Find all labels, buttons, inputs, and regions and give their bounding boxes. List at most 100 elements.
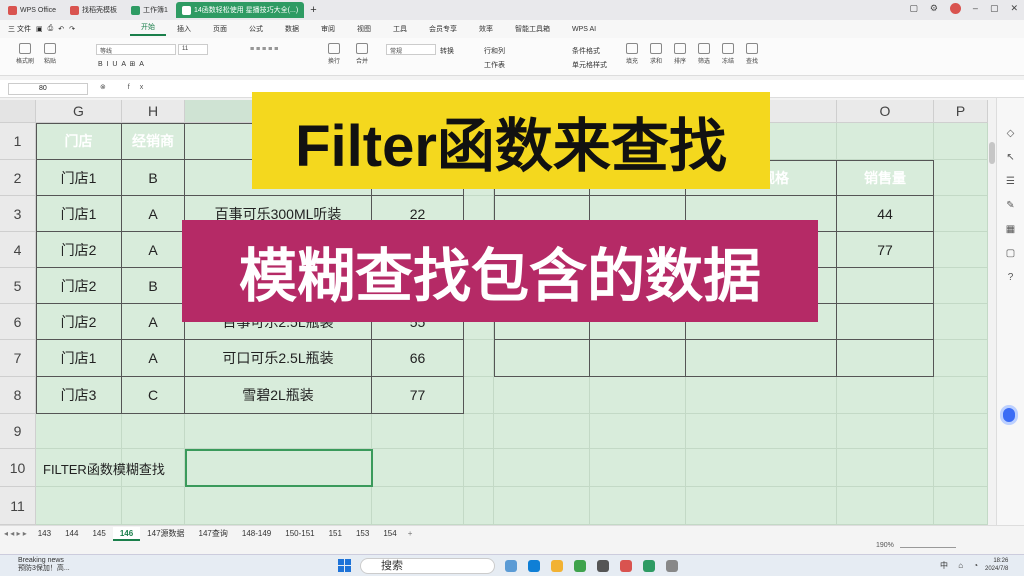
wps-ai-button[interactable]: WPS AI xyxy=(561,26,607,33)
scroll-thumb[interactable] xyxy=(989,142,995,164)
edge-icon[interactable] xyxy=(528,560,540,572)
table-cell[interactable] xyxy=(837,268,934,304)
news-widget[interactable]: Breaking news 预防3保加！高... xyxy=(18,557,70,573)
sheet-tab[interactable]: 150-151 xyxy=(278,527,321,541)
table-cell[interactable]: 44 xyxy=(837,196,934,232)
table-cell[interactable]: 门店1 xyxy=(36,160,122,196)
side-tools-icon[interactable]: ✎ xyxy=(1006,200,1014,211)
chrome-icon[interactable] xyxy=(574,560,586,572)
row-header-2[interactable]: 2 xyxy=(0,160,36,196)
sheet-nav-arrows[interactable]: ◂ ◂ ▸ ▸ xyxy=(0,529,31,538)
table-cell[interactable]: B xyxy=(122,160,185,196)
sheet-tab[interactable]: 151 xyxy=(322,527,349,541)
column-header-P[interactable]: P xyxy=(934,100,988,123)
side-sliders-icon[interactable]: ☰ xyxy=(1006,176,1015,187)
row-header-9[interactable]: 9 xyxy=(0,414,36,449)
table-cell[interactable]: 门店2 xyxy=(36,268,122,304)
table-cell[interactable] xyxy=(494,340,590,377)
task-view-icon[interactable] xyxy=(505,560,517,572)
row-header-1[interactable]: 1 xyxy=(0,123,36,160)
filter-label-cell[interactable]: FILTER函数模糊查找 xyxy=(40,450,185,486)
menu-page[interactable]: 页面 xyxy=(202,24,238,34)
paste-button[interactable]: 粘贴 xyxy=(44,43,56,65)
windows-start-icon[interactable] xyxy=(338,559,351,572)
menu-insert[interactable]: 插入 xyxy=(166,24,202,34)
side-grid-icon[interactable]: ▦ xyxy=(1006,224,1015,235)
row-header-4[interactable]: 4 xyxy=(0,232,36,268)
row-header-8[interactable]: 8 xyxy=(0,377,36,414)
add-sheet-button[interactable]: + xyxy=(404,529,417,538)
floating-assistant-button[interactable] xyxy=(1000,405,1018,425)
table-cell[interactable]: 77 xyxy=(372,377,464,414)
print-icon[interactable]: ⎙ xyxy=(48,25,54,33)
vertical-scrollbar[interactable] xyxy=(988,100,996,525)
menu-tools[interactable]: 工具 xyxy=(382,24,418,34)
table-cell[interactable]: A xyxy=(122,340,185,377)
sort-button[interactable]: 排序 xyxy=(674,43,686,65)
table-cell[interactable] xyxy=(837,304,934,340)
conditional-format-button[interactable]: 条件格式 xyxy=(572,46,600,56)
table-cell[interactable]: 雪碧2L瓶装 xyxy=(185,377,372,414)
font-name-select[interactable]: 等线 xyxy=(96,44,176,55)
sheet-tab[interactable]: 143 xyxy=(31,527,58,541)
undo-icon[interactable]: ↶ xyxy=(58,25,64,33)
row-header-7[interactable]: 7 xyxy=(0,340,36,377)
layout-icon[interactable]: ▢ xyxy=(909,3,918,14)
sheet-tab[interactable]: 148-149 xyxy=(235,527,278,541)
save-icon[interactable]: ▣ xyxy=(36,25,43,33)
table-cell[interactable]: C xyxy=(122,377,185,414)
column-header-G[interactable]: G xyxy=(36,100,122,123)
row-header-6[interactable]: 6 xyxy=(0,304,36,340)
sheet-tab[interactable]: 146 xyxy=(112,526,141,541)
side-box-icon[interactable]: ▢ xyxy=(1006,248,1015,259)
side-shape-icon[interactable]: ◇ xyxy=(1007,128,1015,139)
new-tab-button[interactable]: + xyxy=(310,4,316,16)
filter-button[interactable]: 筛选 xyxy=(698,43,710,65)
avatar[interactable] xyxy=(949,3,961,14)
column-header-O[interactable]: O xyxy=(837,100,934,123)
folder-icon[interactable] xyxy=(551,560,563,572)
table-cell[interactable] xyxy=(686,340,837,377)
convert-button[interactable]: 转换 xyxy=(440,46,454,56)
name-box[interactable]: 80 xyxy=(8,83,88,95)
table-cell[interactable]: 门店2 xyxy=(36,304,122,340)
taskbar-search[interactable]: 搜索 xyxy=(360,558,495,574)
sheet-tab[interactable]: 154 xyxy=(376,527,403,541)
clock[interactable]: 18:26 2024/7/8 xyxy=(985,557,1008,573)
maximize-button[interactable]: ▢ xyxy=(990,3,999,14)
active-cell[interactable] xyxy=(185,449,373,487)
find-button[interactable]: 查找 xyxy=(746,43,758,65)
table-cell[interactable]: A xyxy=(122,196,185,232)
freeze-button[interactable]: 冻结 xyxy=(722,43,734,65)
tab-active-document[interactable]: 14函数轻松使用 星播技巧大全(...) xyxy=(175,2,305,18)
zoom-level[interactable]: 190% xyxy=(876,542,894,549)
side-cursor-icon[interactable]: ↖ xyxy=(1006,152,1014,163)
table-cell[interactable]: 可口可乐2.5L瓶装 xyxy=(185,340,372,377)
table-cell[interactable]: 77 xyxy=(837,232,934,268)
text-format-buttons[interactable]: B I U A ⊞ A xyxy=(98,60,144,68)
close-button[interactable]: ✕ xyxy=(1010,3,1018,14)
table-cell[interactable]: 门店1 xyxy=(36,340,122,377)
merge-button[interactable]: 合并 xyxy=(356,43,368,65)
sheet-tab[interactable]: 144 xyxy=(58,527,85,541)
zoom-slider[interactable] xyxy=(900,547,956,548)
table-header-cell[interactable]: 销售量 xyxy=(837,160,934,196)
table-cell[interactable] xyxy=(590,340,686,377)
wrap-button[interactable]: 换行 xyxy=(328,43,340,65)
format-painter-button[interactable]: 格式刷 xyxy=(16,43,34,65)
table-header-cell[interactable]: 经销商 xyxy=(122,123,185,160)
minimize-button[interactable]: – xyxy=(973,3,978,14)
table-cell[interactable]: A xyxy=(122,304,185,340)
menu-efficiency[interactable]: 效率 xyxy=(468,24,504,34)
redo-icon[interactable]: ↷ xyxy=(69,25,75,33)
row-header-10[interactable]: 10 xyxy=(0,449,36,487)
settings-icon[interactable]: ⚙ xyxy=(930,3,938,14)
table-cell[interactable]: 门店2 xyxy=(36,232,122,268)
row-header-5[interactable]: 5 xyxy=(0,268,36,304)
table-header-cell[interactable]: 门店 xyxy=(36,123,122,160)
app-icon[interactable] xyxy=(666,560,678,572)
sheet-tab[interactable]: 153 xyxy=(349,527,376,541)
menu-data[interactable]: 数据 xyxy=(274,24,310,34)
fill-button[interactable]: 填充 xyxy=(626,43,638,65)
menu-smart-toolbox[interactable]: 智能工具箱 xyxy=(504,24,561,34)
